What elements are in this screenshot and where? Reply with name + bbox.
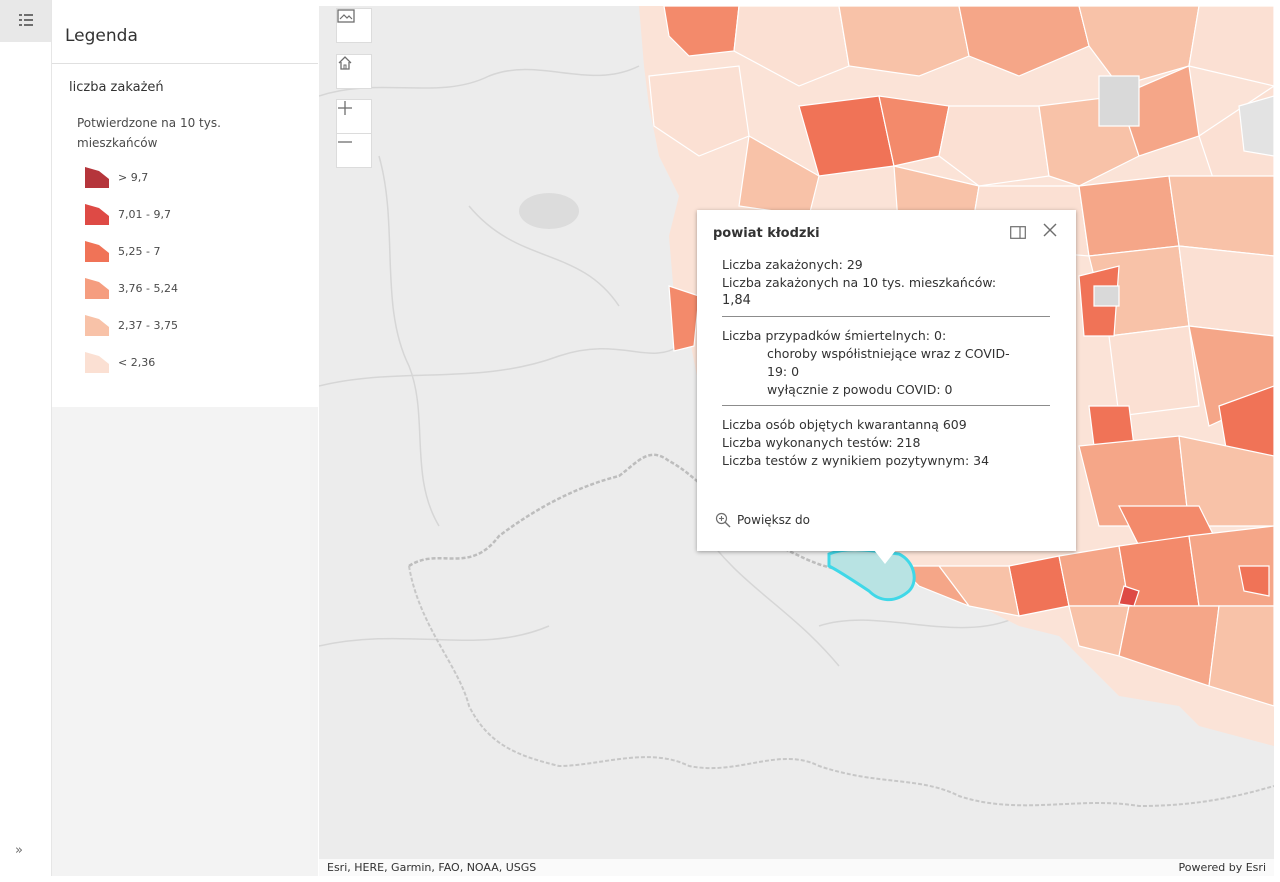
- deaths-comorbid-cont: 19: 0: [767, 364, 800, 379]
- bottom-border: [0, 876, 1280, 882]
- zoom-in-magnifier-icon: [715, 512, 731, 528]
- attribution-text[interactable]: Esri, HERE, Garmin, FAO, NOAA, USGS: [327, 861, 536, 874]
- home-button[interactable]: [336, 54, 372, 89]
- basemap-gallery-icon: [337, 9, 355, 23]
- legend-title: Legenda: [65, 26, 138, 46]
- legend-swatch-icon: [85, 278, 109, 299]
- cases-per10k-label: Liczba zakażonych na 10 tys. mieszkańców…: [722, 275, 997, 290]
- zoom-in-button[interactable]: [336, 99, 372, 134]
- legend-class-label: > 9,7: [118, 171, 149, 184]
- plus-icon: [338, 101, 352, 115]
- legend-class-label: 5,25 - 7: [118, 245, 161, 258]
- legend-toggle-button[interactable]: [0, 0, 51, 42]
- basemap-gallery-button[interactable]: [336, 8, 372, 43]
- deaths-count: Liczba przypadków śmiertelnych: 0:: [722, 328, 947, 343]
- positive-tests-count: Liczba testów z wynikiem pozytywnym: 34: [722, 453, 990, 468]
- feature-popup: powiat kłodzki Liczba zakażonych: 29 Lic…: [697, 210, 1076, 564]
- legend-class-label: < 2,36: [118, 356, 156, 369]
- close-icon: [1043, 223, 1057, 237]
- cases-per10k-value: 1,84: [722, 293, 751, 308]
- legend-layer-name: liczba zakażeń: [69, 80, 164, 95]
- popup-content: Liczba zakażonych: 29 Liczba zakażonych …: [722, 256, 1052, 470]
- legend-list-icon: [18, 14, 33, 26]
- popup-separator: [722, 316, 1050, 317]
- legend-swatch-icon: [85, 167, 109, 188]
- home-icon: [338, 56, 352, 70]
- popup-pointer: [874, 550, 896, 564]
- legend-panel: Legenda liczba zakażeń Potwierdzone na 1…: [52, 0, 318, 876]
- powered-by-esri[interactable]: Powered by Esri: [1178, 861, 1266, 874]
- deaths-covid-only: wyłącznie z powodu COVID: 0: [767, 382, 953, 397]
- expand-panel-icon[interactable]: »: [15, 843, 23, 858]
- legend-swatch-icon: [85, 352, 109, 373]
- close-button[interactable]: [1042, 222, 1058, 242]
- zoom-to-label: Powiększ do: [737, 513, 810, 527]
- legend-class-label: 7,01 - 9,7: [118, 208, 171, 221]
- deaths-comorbid: choroby współistniejące wraz z COVID-: [767, 346, 1010, 361]
- popup-separator: [722, 405, 1050, 406]
- legend-swatch-icon: [85, 315, 109, 336]
- legend-class-label: 3,76 - 5,24: [118, 282, 178, 295]
- legend-swatch-icon: [85, 204, 109, 225]
- legend-divider: [52, 63, 318, 64]
- legend-content: Legenda liczba zakażeń Potwierdzone na 1…: [52, 0, 318, 407]
- zoom-to-button[interactable]: Powiększ do: [715, 512, 810, 528]
- legend-swatch-icon: [85, 241, 109, 262]
- popup-title: powiat kłodzki: [713, 226, 820, 241]
- zoom-out-button[interactable]: [336, 133, 372, 168]
- dock-button[interactable]: [1010, 224, 1026, 243]
- legend-class-label: 2,37 - 3,75: [118, 319, 178, 332]
- dock-icon: [1010, 226, 1026, 239]
- left-rail: »: [0, 0, 52, 882]
- tests-count: Liczba wykonanych testów: 218: [722, 435, 921, 450]
- minus-icon: [338, 141, 352, 143]
- quarantine-count: Liczba osób objętych kwarantanną 609: [722, 417, 967, 432]
- map-attribution: Esri, HERE, Garmin, FAO, NOAA, USGS Powe…: [319, 859, 1274, 876]
- legend-field-name: Potwierdzone na 10 tys. mieszkańców: [77, 116, 221, 150]
- cases-count: Liczba zakażonych: 29: [722, 257, 863, 272]
